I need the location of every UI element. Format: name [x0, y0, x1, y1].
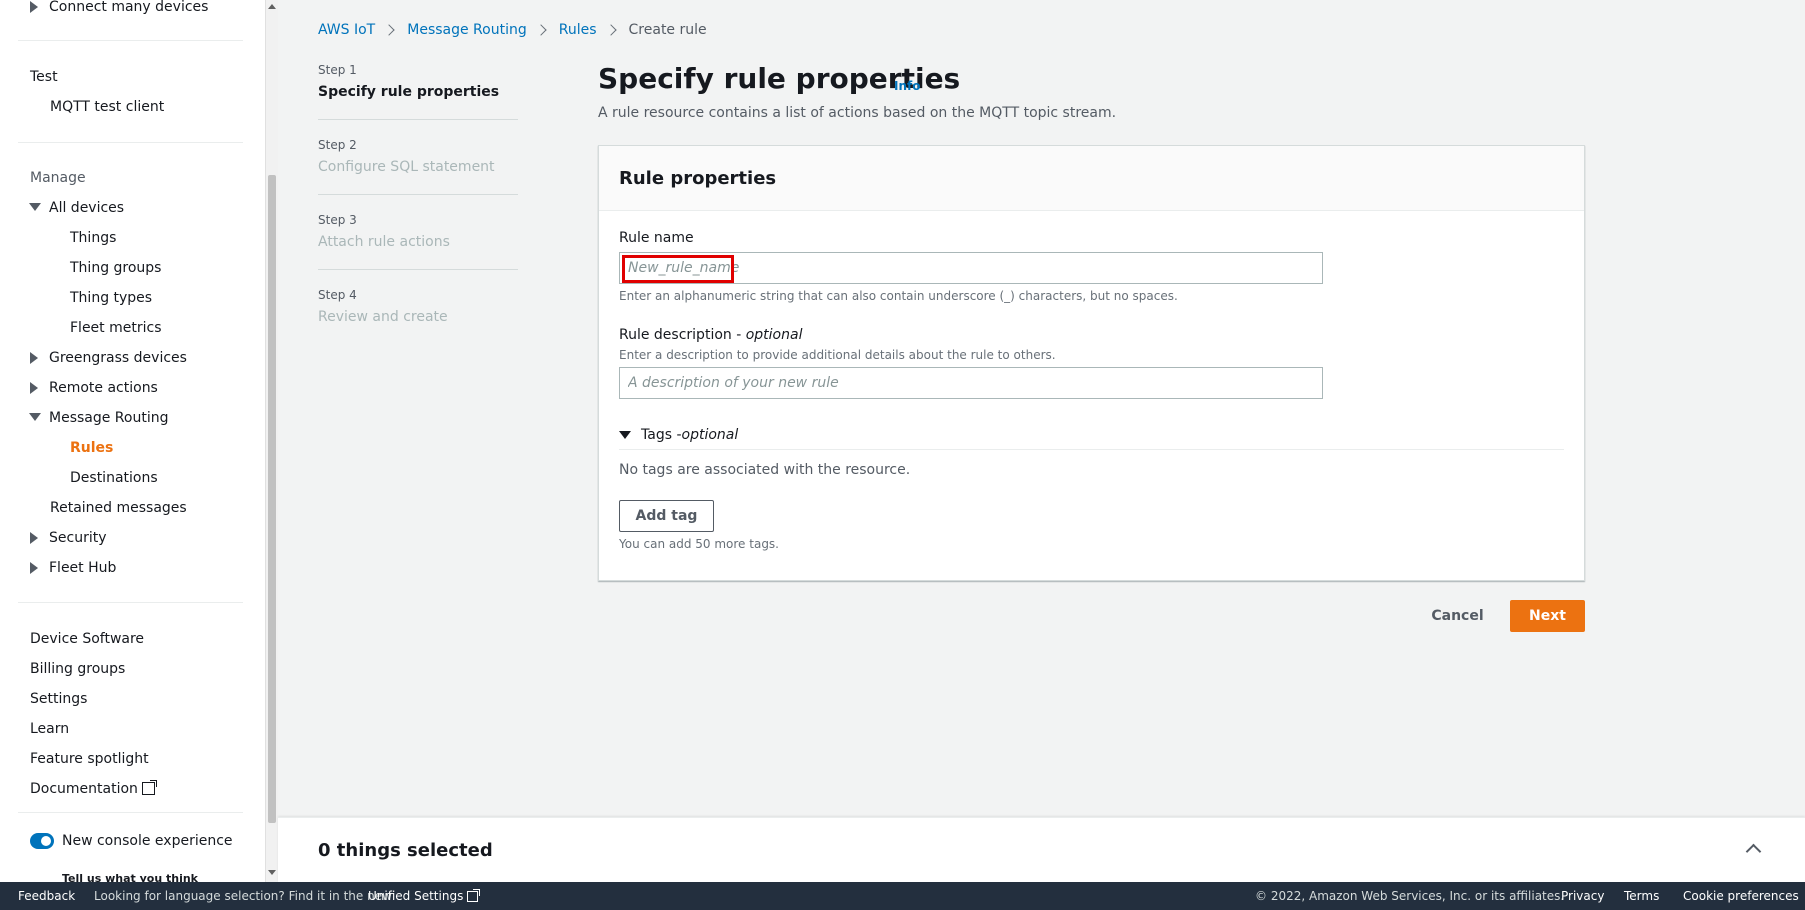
tags-expander[interactable]: Tags - optional: [619, 427, 738, 443]
breadcrumb-aws-iot[interactable]: AWS IoT: [318, 22, 375, 38]
add-tag-button[interactable]: Add tag: [619, 500, 714, 532]
sidebar-item-remote-actions[interactable]: Remote actions: [49, 379, 158, 397]
rule-properties-panel: Rule properties Rule name Enter an alpha…: [598, 145, 1585, 581]
step-4-label: Step 4: [318, 288, 357, 302]
chevron-right-icon: [604, 24, 617, 36]
step-1-title: Specify rule properties: [318, 84, 500, 100]
caret-down-icon: [619, 431, 631, 439]
chevron-right-icon: [535, 24, 547, 36]
panel-title: Rule properties: [619, 168, 777, 189]
page-description: A rule resource contains a list of actio…: [598, 105, 1117, 121]
sidebar-divider: [18, 40, 243, 41]
rule-description-label-text: Rule description -: [619, 327, 746, 343]
collapse-caret-icon[interactable]: [29, 203, 41, 211]
breadcrumb-create-rule: Create rule: [628, 22, 707, 38]
sidebar-item-thing-types[interactable]: Thing types: [70, 289, 152, 307]
expand-caret-icon[interactable]: [30, 352, 38, 364]
scroll-up-icon[interactable]: [268, 4, 276, 9]
rule-name-input[interactable]: [619, 252, 1323, 284]
sidebar-item-connect-many-devices[interactable]: Connect many devices: [49, 0, 208, 16]
breadcrumb: AWS IoT Message Routing Rules Create rul…: [318, 22, 707, 38]
rule-description-label: Rule description - optional: [619, 327, 802, 343]
sidebar-section-test: Test: [30, 69, 58, 85]
rule-description-hint: Enter a description to provide additiona…: [619, 348, 1056, 362]
collapse-caret-icon[interactable]: [29, 413, 41, 421]
panel-header: Rule properties: [599, 146, 1584, 211]
expand-caret-icon[interactable]: [30, 1, 38, 13]
sidebar-item-retained-messages[interactable]: Retained messages: [50, 499, 187, 517]
step-2-label: Step 2: [318, 138, 357, 152]
sidebar-item-greengrass-devices[interactable]: Greengrass devices: [49, 349, 187, 367]
external-link-icon: [141, 780, 157, 795]
sidebar-item-destinations[interactable]: Destinations: [70, 469, 158, 487]
expand-caret-icon[interactable]: [30, 532, 38, 544]
sidebar-item-all-devices[interactable]: All devices: [49, 199, 124, 217]
step-1-label: Step 1: [318, 63, 357, 77]
footer-cookie-preferences-link[interactable]: Cookie preferences: [1683, 889, 1799, 903]
sidebar-item-documentation[interactable]: Documentation: [30, 780, 157, 798]
step-3-label: Step 3: [318, 213, 357, 227]
sidebar-item-mqtt-test-client[interactable]: MQTT test client: [50, 98, 164, 116]
sidebar-section-manage: Manage: [30, 170, 86, 186]
breadcrumb-rules[interactable]: Rules: [559, 22, 597, 38]
split-panel-title: 0 things selected: [318, 840, 493, 861]
tags-divider: [619, 449, 1564, 450]
scrollbar-thumb[interactable]: [268, 175, 276, 823]
chevron-up-icon[interactable]: [1745, 843, 1762, 860]
rule-name-hint: Enter an alphanumeric string that can al…: [619, 289, 1178, 303]
footer-privacy-link[interactable]: Privacy: [1561, 889, 1604, 903]
sidebar-item-fleet-metrics[interactable]: Fleet metrics: [70, 319, 162, 337]
sidebar-divider: [18, 812, 243, 813]
tags-label: Tags -: [641, 427, 682, 443]
step-divider: [318, 194, 518, 195]
breadcrumb-message-routing[interactable]: Message Routing: [407, 22, 527, 38]
rule-description-input[interactable]: [619, 367, 1323, 399]
chevron-right-icon: [383, 24, 395, 36]
sidebar-item-device-software[interactable]: Device Software: [30, 630, 144, 648]
step-2-title: Configure SQL statement: [318, 159, 495, 175]
footer-feedback-link[interactable]: Feedback: [18, 889, 75, 903]
footer-language-note: Looking for language selection? Find it …: [94, 889, 392, 903]
footer-terms-link[interactable]: Terms: [1624, 889, 1659, 903]
external-link-icon: [467, 889, 481, 902]
sidebar-item-billing-groups[interactable]: Billing groups: [30, 660, 125, 678]
tags-remaining-text: You can add 50 more tags.: [619, 537, 779, 551]
unified-settings-label: Unified Settings: [368, 889, 464, 903]
sidebar-item-things[interactable]: Things: [70, 229, 116, 247]
split-panel: 0 things selected: [278, 817, 1805, 882]
sidebar-scrollbar[interactable]: [265, 0, 278, 882]
step-divider: [318, 269, 518, 270]
optional-text: optional: [745, 327, 803, 343]
sidebar-item-rules[interactable]: Rules: [70, 439, 113, 457]
no-tags-text: No tags are associated with the resource…: [619, 462, 911, 478]
sidebar-item-settings[interactable]: Settings: [30, 690, 87, 708]
sidebar-item-message-routing[interactable]: Message Routing: [49, 409, 169, 427]
tell-us-link[interactable]: Tell us what you think: [62, 870, 198, 882]
footer-copyright: © 2022, Amazon Web Services, Inc. or its…: [1255, 889, 1565, 903]
sidebar-item-learn[interactable]: Learn: [30, 720, 69, 738]
sidebar-item-feature-spotlight[interactable]: Feature spotlight: [30, 750, 149, 768]
sidebar-item-thing-groups[interactable]: Thing groups: [70, 259, 161, 277]
step-divider: [318, 119, 518, 120]
info-link[interactable]: Info: [894, 79, 920, 93]
step-4-title: Review and create: [318, 309, 448, 325]
new-console-toggle[interactable]: [30, 833, 54, 849]
sidebar-item-security[interactable]: Security: [49, 529, 107, 547]
expand-caret-icon[interactable]: [30, 382, 38, 394]
sidebar-divider: [18, 142, 243, 143]
footer: Feedback Looking for language selection?…: [0, 882, 1805, 910]
sidebar-divider: [18, 602, 243, 603]
rule-name-label: Rule name: [619, 230, 694, 246]
expand-caret-icon[interactable]: [30, 562, 38, 574]
optional-text: optional: [681, 427, 739, 443]
sidebar-item-fleet-hub[interactable]: Fleet Hub: [49, 559, 116, 577]
scroll-down-icon[interactable]: [268, 870, 276, 875]
new-console-label: New console experience: [62, 833, 233, 849]
next-button[interactable]: Next: [1510, 600, 1585, 632]
footer-unified-settings-link[interactable]: Unified Settings: [368, 889, 481, 903]
cancel-button[interactable]: Cancel: [1420, 600, 1495, 632]
documentation-label: Documentation: [30, 781, 138, 797]
step-3-title: Attach rule actions: [318, 234, 450, 250]
sidebar: Connect many devices Test MQTT test clie…: [0, 0, 265, 882]
